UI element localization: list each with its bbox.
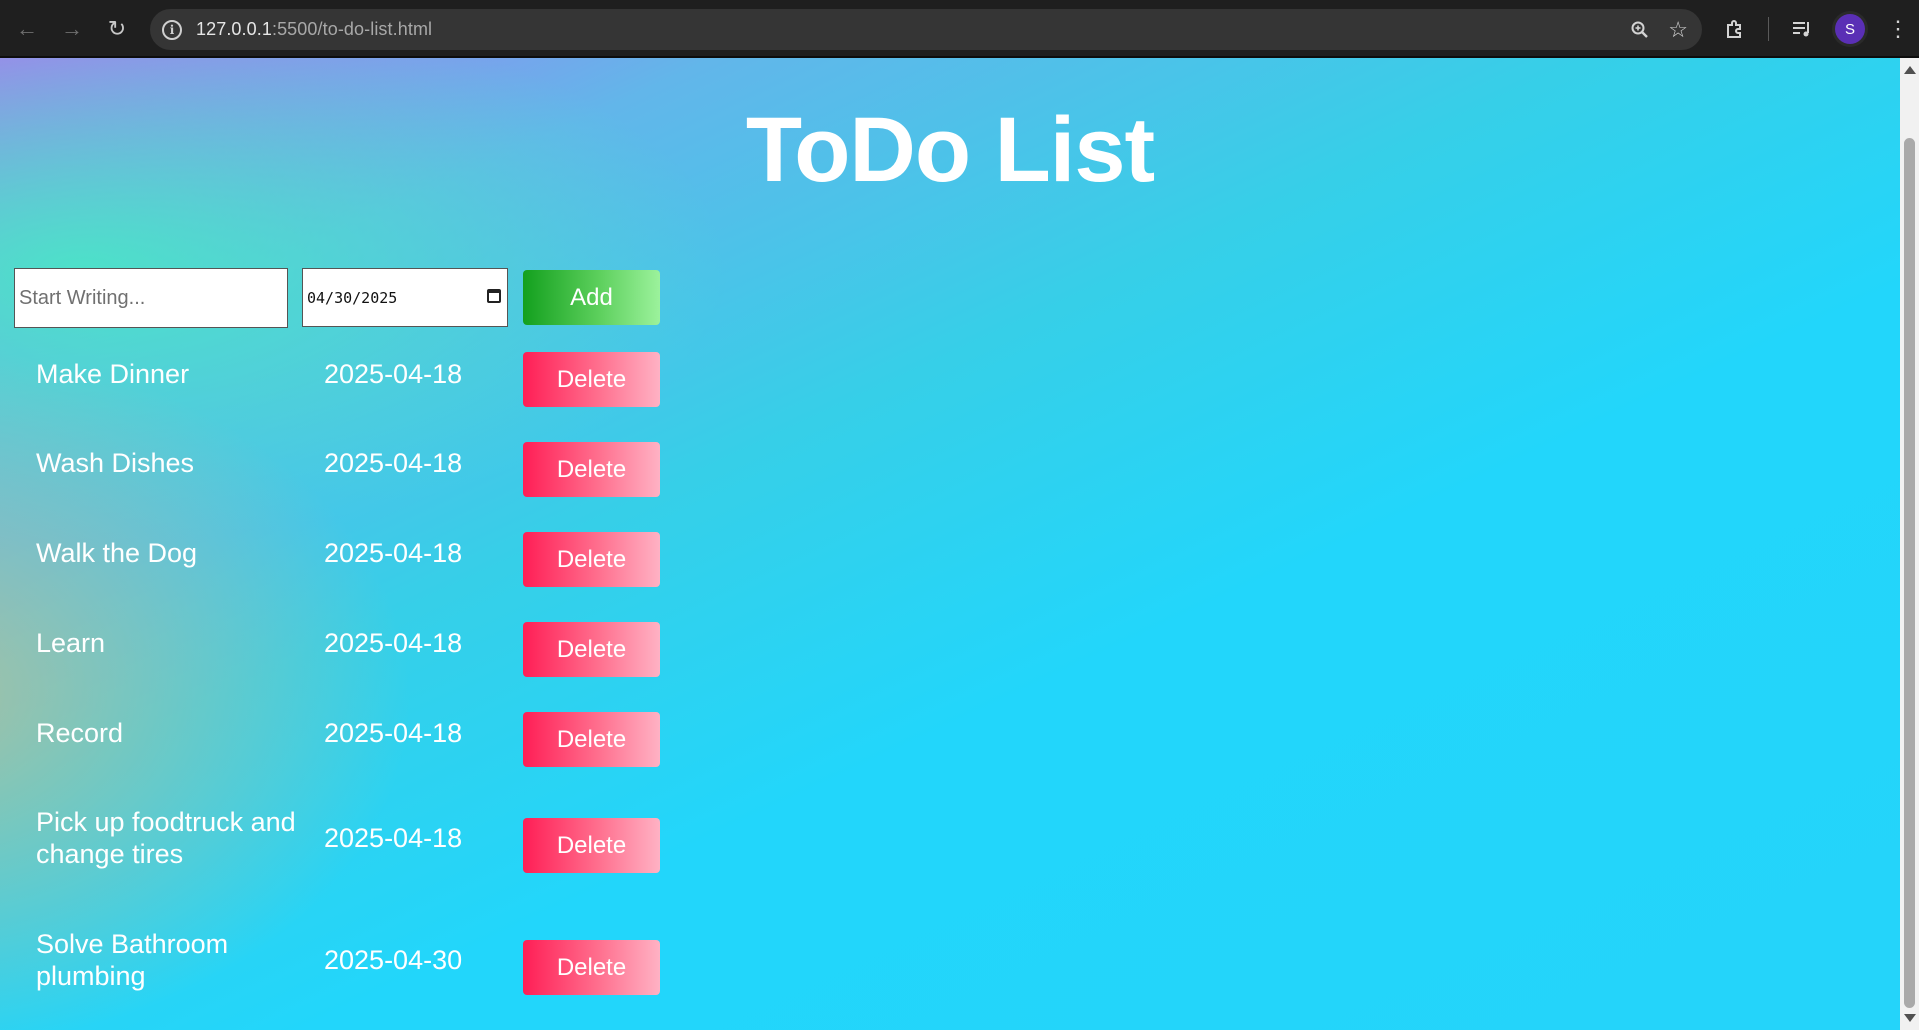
menu-kebab-icon[interactable]: ⋮ xyxy=(1887,16,1909,42)
page-viewport: ToDo List 04/30/2025 Add Make Dinner 202… xyxy=(0,58,1900,1030)
date-input[interactable]: 04/30/2025 xyxy=(302,268,508,327)
date-value: 04/30/2025 xyxy=(307,288,398,307)
task-date: 2025-04-18 xyxy=(324,359,463,389)
bookmark-star-icon[interactable]: ☆ xyxy=(1668,17,1688,43)
delete-button[interactable]: Delete xyxy=(523,622,660,677)
address-bar[interactable]: i 127.0.0.1:5500/to-do-list.html ☆ xyxy=(150,9,1702,50)
scroll-up-icon[interactable] xyxy=(1904,66,1916,74)
task-input[interactable] xyxy=(14,268,288,328)
scroll-thumb[interactable] xyxy=(1904,138,1915,1008)
profile-avatar[interactable]: S xyxy=(1835,14,1865,44)
task-date: 2025-04-18 xyxy=(324,448,463,478)
forward-arrow-icon[interactable]: → xyxy=(55,12,89,46)
task-date: 2025-04-18 xyxy=(324,628,463,658)
reload-icon[interactable]: ↻ xyxy=(100,12,134,46)
calendar-icon[interactable] xyxy=(487,289,501,303)
task-name: Solve Bathroom plumbing xyxy=(36,929,229,991)
delete-button[interactable]: Delete xyxy=(523,818,660,873)
media-controls-icon[interactable] xyxy=(1791,19,1813,39)
toolbar-divider xyxy=(1768,17,1769,41)
site-info-icon[interactable]: i xyxy=(162,19,182,40)
vertical-scrollbar[interactable] xyxy=(1900,58,1919,1030)
browser-toolbar: ← → ↻ i 127.0.0.1:5500/to-do-list.html ☆… xyxy=(0,0,1919,58)
url-text[interactable]: 127.0.0.1:5500/to-do-list.html xyxy=(196,19,432,40)
extensions-icon[interactable] xyxy=(1724,18,1746,40)
task-date: 2025-04-18 xyxy=(324,538,463,568)
delete-button[interactable]: Delete xyxy=(523,352,660,407)
delete-button[interactable]: Delete xyxy=(523,532,660,587)
task-date: 2025-04-18 xyxy=(324,718,463,748)
back-arrow-icon[interactable]: ← xyxy=(10,12,44,46)
task-name: Make Dinner xyxy=(36,359,190,389)
task-name: Pick up foodtruck and change tires xyxy=(36,807,296,869)
url-host: 127.0.0.1 xyxy=(196,19,272,39)
page-title: ToDo List xyxy=(745,99,1155,201)
add-button[interactable]: Add xyxy=(523,270,660,325)
task-name: Walk the Dog xyxy=(36,538,198,568)
task-name: Wash Dishes xyxy=(36,448,195,478)
zoom-icon[interactable] xyxy=(1630,20,1650,40)
task-name: Record xyxy=(36,718,124,748)
url-path: :5500/to-do-list.html xyxy=(271,19,433,39)
task-date: 2025-04-30 xyxy=(324,945,463,975)
delete-button[interactable]: Delete xyxy=(523,940,660,995)
delete-button[interactable]: Delete xyxy=(523,712,660,767)
delete-button[interactable]: Delete xyxy=(523,442,660,497)
task-date: 2025-04-18 xyxy=(324,823,463,853)
task-name: Learn xyxy=(36,628,106,658)
scroll-down-icon[interactable] xyxy=(1904,1014,1916,1022)
